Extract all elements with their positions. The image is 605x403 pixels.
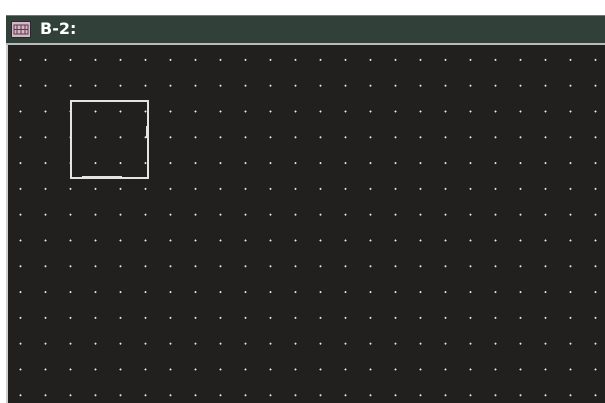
diagram-window-icon[interactable] [11, 21, 31, 38]
diagram-block[interactable] [70, 100, 149, 179]
editor-window: B-2: [0, 0, 605, 403]
block-bottom-port [82, 176, 122, 179]
diagram-canvas[interactable] [6, 45, 605, 403]
window-titlebar[interactable]: B-2: [6, 15, 605, 43]
window-title: B-2: [40, 19, 77, 38]
block-right-port [146, 126, 149, 138]
